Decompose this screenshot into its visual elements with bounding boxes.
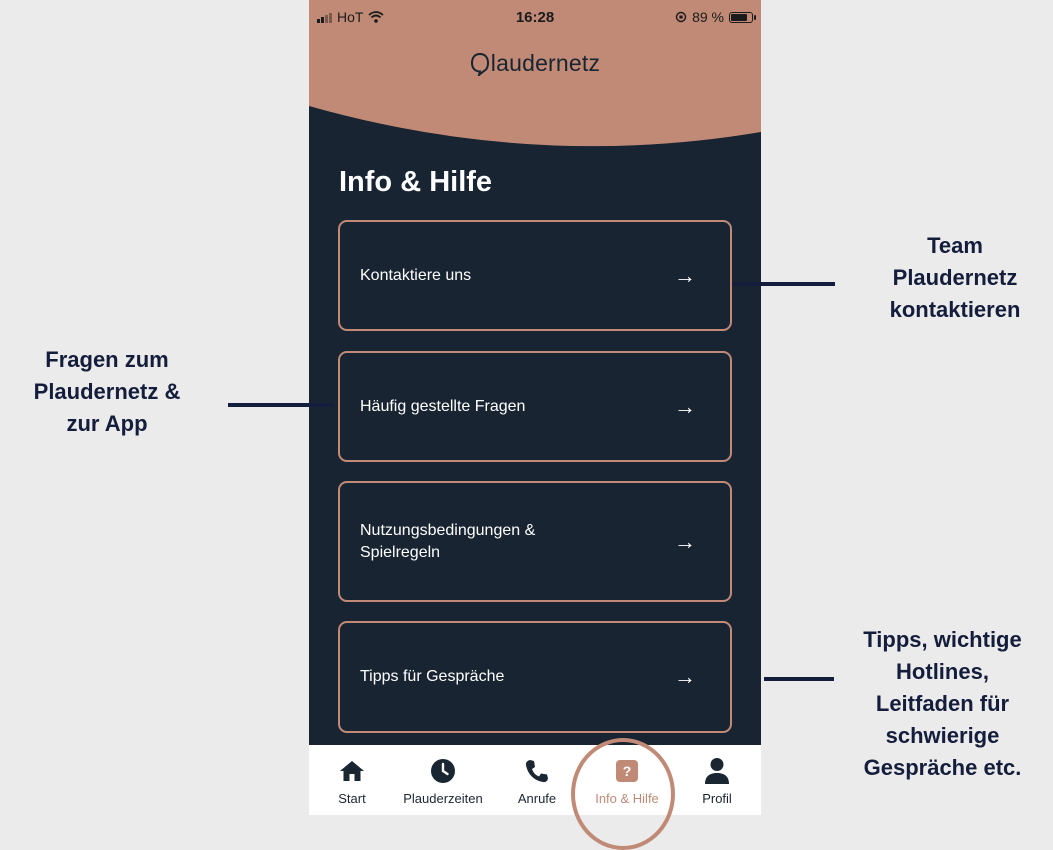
tab-label: Start	[338, 791, 366, 806]
orientation-lock-icon	[675, 11, 687, 23]
annotation-line-contact	[733, 282, 835, 286]
logo-speech-bubble-icon	[470, 52, 489, 76]
menu-item-terms[interactable]: Nutzungsbedingungen & Spielregeln →	[338, 481, 732, 602]
page-title: Info & Hilfe	[339, 166, 493, 198]
arrow-right-icon: →	[674, 528, 696, 554]
home-icon	[339, 755, 365, 787]
phone-icon	[524, 755, 550, 787]
menu-item-label: Tipps für Gespräche	[360, 668, 505, 685]
clock-icon	[430, 755, 456, 787]
menu-item-label: Häufig gestellte Fragen	[360, 397, 526, 415]
arrow-right-icon: →	[674, 393, 696, 419]
status-bar: HoT 16:28 89 %	[309, 0, 761, 34]
bottom-tab-bar: Start Plauderzeiten Anrufe ? Info & Hilf…	[309, 745, 761, 815]
active-tab-highlight-circle	[571, 738, 675, 850]
tab-plauderzeiten[interactable]: Plauderzeiten	[395, 745, 491, 815]
app-logo: laudernetz	[309, 50, 761, 77]
phone-screen: HoT 16:28 89 % laudernetz Info & Hilfe K…	[309, 0, 761, 815]
arrow-right-icon: →	[674, 262, 696, 288]
tab-label: Anrufe	[517, 791, 557, 806]
menu-item-contact[interactable]: Kontaktiere uns →	[338, 220, 732, 331]
tab-start[interactable]: Start	[327, 745, 377, 815]
arrow-right-icon: →	[674, 664, 696, 689]
annotation-line-tips	[764, 677, 834, 681]
annotation-contact: Team Plaudernetz kontaktieren	[889, 233, 1021, 322]
annotation-faq: Fragen zum Plaudernetz & zur App	[33, 347, 181, 436]
tab-label: Profil	[702, 791, 732, 806]
tab-anrufe[interactable]: Anrufe	[509, 745, 565, 815]
logo-text: laudernetz	[490, 50, 601, 76]
menu-item-tips[interactable]: Tipps für Gespräche →	[338, 621, 732, 733]
menu-item-faq[interactable]: Häufig gestellte Fragen →	[338, 351, 732, 462]
annotation-tips: Tipps, wichtige Hotlines, Leitfaden für …	[863, 627, 1022, 780]
menu-item-label: Nutzungsbedingungen & Spielregeln	[360, 521, 536, 561]
menu-item-label: Kontaktiere uns	[360, 266, 472, 284]
user-icon	[704, 755, 730, 787]
battery-percent: 89 %	[692, 9, 724, 25]
tab-profil[interactable]: Profil	[695, 745, 739, 815]
tab-label: Plauderzeiten	[403, 791, 483, 806]
annotation-line-faq	[228, 403, 334, 407]
battery-icon	[729, 11, 756, 23]
header-background	[309, 30, 761, 147]
